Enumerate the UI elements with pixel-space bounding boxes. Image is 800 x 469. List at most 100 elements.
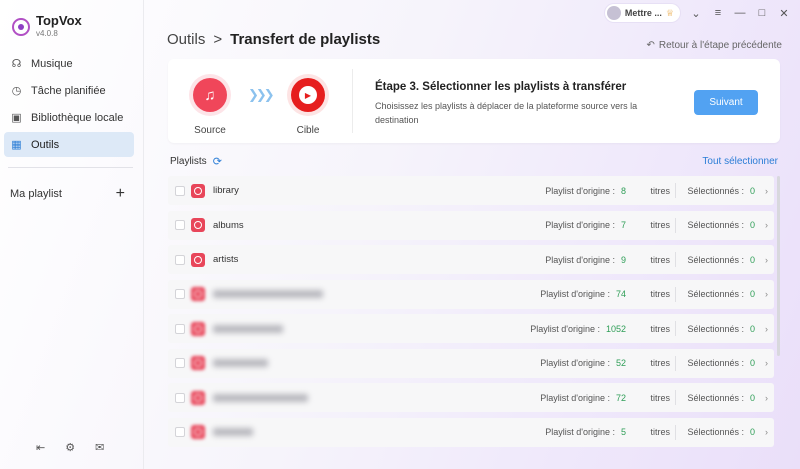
refresh-icon[interactable]: ⟳	[213, 155, 222, 168]
sidebar-item-label: Outils	[31, 138, 60, 151]
tracks-label: titres	[650, 220, 670, 230]
breadcrumb-outils[interactable]: Outils	[167, 31, 205, 48]
selected-label: Sélectionnés :	[687, 427, 744, 437]
selected-info: Sélectionnés : 0	[687, 255, 755, 265]
playlist-row[interactable]: artists Playlist d'origine : 9 titres Sélect…	[168, 245, 774, 274]
sidebar-item-bibliotheque-locale[interactable]: ▣ Bibliothèque locale	[4, 105, 134, 130]
playlist-list: library Playlist d'origine : 8 titres Sélect…	[168, 176, 774, 452]
playlist-row[interactable]: Playlist d'origine : 74 titres Sélectionnés…	[168, 279, 774, 309]
row-checkbox[interactable]	[175, 220, 185, 230]
chevron-right-icon[interactable]: ›	[765, 220, 768, 230]
close-icon[interactable]: ✕	[778, 7, 790, 20]
clock-icon: ◷	[11, 85, 22, 97]
origin-info: Playlist d'origine : 1052	[530, 324, 632, 334]
headphones-icon: ☊	[11, 58, 22, 70]
tracks-label: titres	[650, 392, 670, 403]
chevron-right-icon[interactable]: ›	[765, 289, 768, 299]
my-playlist-label: Ma playlist	[10, 188, 62, 200]
origin-label: Playlist d'origine :	[530, 323, 600, 334]
add-playlist-icon[interactable]: +	[116, 186, 125, 202]
row-separator	[675, 252, 676, 267]
origin-label: Playlist d'origine :	[545, 220, 615, 230]
maximize-icon[interactable]: □	[756, 7, 768, 19]
crown-icon: ♕	[665, 7, 674, 18]
tracks-label: titres	[650, 323, 670, 334]
origin-label: Playlist d'origine :	[540, 358, 610, 368]
sidebar-item-label: Tâche planifiée	[31, 84, 106, 97]
select-all-link[interactable]: Tout sélectionner	[702, 156, 778, 167]
row-checkbox[interactable]	[175, 427, 185, 437]
playlist-row[interactable]: Playlist d'origine : 52 titres Sélectionnés…	[168, 348, 774, 378]
app-version: v4.0.8	[36, 29, 58, 39]
app-window: TopVox v4.0.8 ☊ Musique ◷ Tâche planifié…	[0, 0, 800, 469]
sidebar-divider	[8, 167, 133, 168]
sidebar-item-musique[interactable]: ☊ Musique	[4, 51, 134, 76]
row-separator	[675, 217, 676, 233]
selected-count: 0	[749, 323, 755, 334]
next-button[interactable]: Suivant	[694, 90, 758, 115]
chevron-right-icon[interactable]: ›	[765, 427, 768, 437]
scrollbar[interactable]	[777, 176, 780, 356]
folder-icon: ▣	[11, 112, 22, 124]
collapse-sidebar-icon[interactable]: ⇤	[36, 441, 45, 454]
playlist-row[interactable]: Playlist d'origine : 1052 titres Sélectionn…	[168, 314, 774, 343]
row-separator	[675, 424, 676, 440]
sidebar-item-label: Musique	[31, 57, 73, 70]
selected-label: Sélectionnés :	[687, 323, 744, 334]
chevron-right-icon[interactable]: ›	[765, 186, 768, 196]
selected-label: Sélectionnés :	[687, 358, 744, 368]
origin-count: 9	[620, 254, 626, 265]
selected-info: Sélectionnés : 0	[687, 220, 755, 230]
settings-icon[interactable]: ⚙	[65, 441, 75, 454]
playlist-name	[213, 428, 253, 436]
sidebar-item-tache-planifiee[interactable]: ◷ Tâche planifiée	[4, 78, 134, 103]
chevron-down-icon[interactable]: ⌄	[690, 7, 702, 20]
row-checkbox[interactable]	[175, 289, 185, 299]
tracks-label: titres	[650, 185, 670, 196]
topvox-logo-icon	[12, 17, 30, 36]
playlists-label: Playlists	[170, 156, 207, 167]
row-checkbox[interactable]	[175, 392, 185, 403]
playlist-row[interactable]: Playlist d'origine : 72 titres Sélectionnés…	[168, 383, 774, 412]
playlist-row[interactable]: Playlist d'origine : 5 titres Sélectionnés …	[168, 417, 774, 447]
user-name: Mettre ...	[624, 8, 662, 18]
row-checkbox[interactable]	[175, 358, 185, 368]
selected-count: 0	[749, 254, 755, 265]
row-checkbox[interactable]	[175, 185, 185, 196]
origin-info: Playlist d'origine : 72	[540, 393, 632, 403]
origin-label: Playlist d'origine :	[545, 185, 615, 196]
playlist-row[interactable]: albums Playlist d'origine : 7 titres Sélecti…	[168, 210, 774, 240]
page-title: Transfert de playlists	[230, 31, 381, 48]
selected-info: Sélectionnés : 0	[687, 358, 755, 368]
selected-label: Sélectionnés :	[687, 185, 744, 196]
mail-icon[interactable]: ✉	[95, 441, 104, 454]
menu-icon[interactable]: ≡	[712, 7, 724, 19]
apple-music-icon: ♫	[193, 78, 227, 112]
row-checkbox[interactable]	[175, 323, 185, 334]
chevron-right-icon[interactable]: ›	[765, 393, 768, 403]
sidebar-item-label: Bibliothèque locale	[31, 111, 124, 124]
back-link[interactable]: ↶ Retour à l'étape précédente	[647, 40, 783, 51]
selected-count: 0	[749, 427, 755, 437]
playlist-icon	[191, 390, 205, 405]
title-bar: Mettre ... ♕ ⌄ ≡ — □ ✕	[604, 4, 790, 22]
selected-count: 0	[749, 185, 755, 196]
playlist-icon	[191, 356, 205, 370]
playlist-row[interactable]: library Playlist d'origine : 8 titres Sélect…	[168, 176, 774, 205]
sidebar-item-outils[interactable]: ▦ Outils	[4, 132, 134, 157]
origin-info: Playlist d'origine : 9	[545, 255, 632, 265]
minimize-icon[interactable]: —	[734, 7, 746, 19]
user-account-button[interactable]: Mettre ... ♕	[604, 4, 680, 22]
selected-label: Sélectionnés :	[687, 220, 744, 230]
source-platform: ♫ Source	[180, 74, 240, 136]
row-separator	[675, 183, 676, 198]
origin-count: 5	[620, 427, 626, 437]
playlist-icon	[191, 287, 205, 301]
chevron-right-icon[interactable]: ›	[765, 358, 768, 368]
step-card: ♫ Source ❯❯❯ ▶ Cible Étape 3. Sélectionn…	[168, 59, 780, 143]
chevron-right-icon[interactable]: ›	[765, 255, 768, 265]
selected-info: Sélectionnés : 0	[687, 427, 755, 437]
origin-label: Playlist d'origine :	[540, 289, 610, 299]
row-checkbox[interactable]	[175, 254, 185, 265]
chevron-right-icon[interactable]: ›	[765, 324, 768, 334]
